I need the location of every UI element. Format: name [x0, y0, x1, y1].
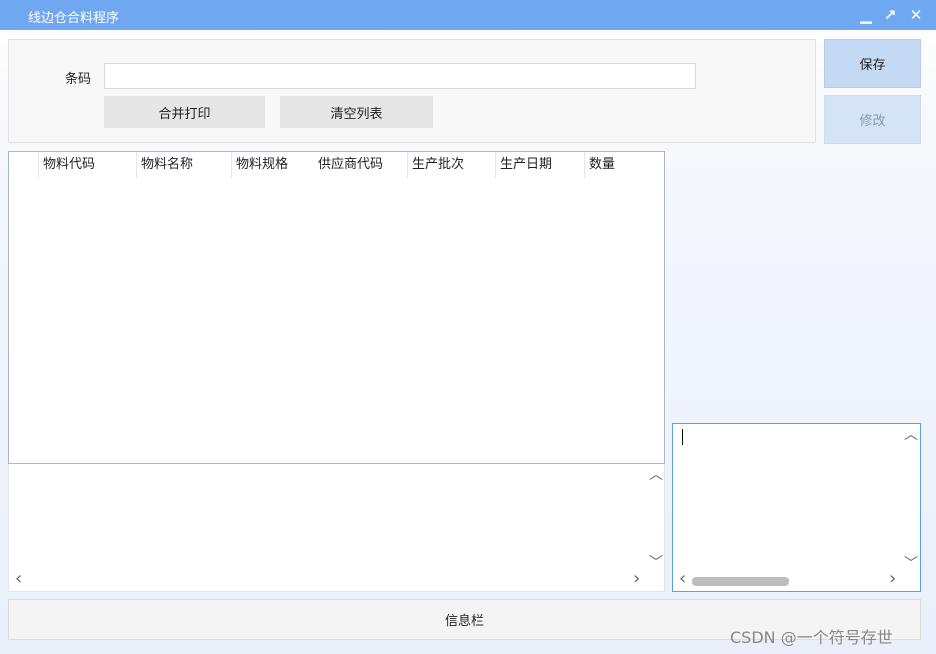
horizontal-scrollbar-thumb[interactable]	[692, 577, 789, 586]
minimize-button[interactable]: ▁	[856, 5, 876, 25]
column-header[interactable]: 物料代码	[38, 152, 136, 178]
scroll-right-icon[interactable]: ›	[633, 570, 640, 588]
column-header[interactable]: 生产日期	[495, 152, 584, 178]
scroll-left-icon[interactable]: ‹	[679, 570, 686, 588]
column-header[interactable]: 物料规格	[231, 152, 314, 178]
text-cursor	[682, 429, 683, 445]
modify-button[interactable]: 修改	[824, 95, 921, 144]
merge-print-button[interactable]: 合并打印	[104, 96, 265, 128]
scroll-down-icon[interactable]: ﹀	[649, 556, 663, 570]
scroll-down-icon[interactable]: ﹀	[904, 557, 918, 571]
info-bar-label: 信息栏	[444, 614, 484, 629]
scroll-right-icon[interactable]: ›	[889, 570, 896, 588]
window-title: 线边仓合料程序	[28, 11, 120, 26]
scroll-left-icon[interactable]: ‹	[15, 570, 22, 588]
barcode-input[interactable]	[104, 63, 696, 89]
watermark: CSDN @一个符号存世	[730, 628, 893, 647]
save-button[interactable]: 保存	[824, 39, 921, 88]
scroll-up-icon[interactable]: ︿	[904, 428, 918, 442]
input-panel: 条码 合并打印 清空列表	[8, 39, 816, 143]
title-bar: 线边仓合料程序 ▁ ↗ ✕	[0, 0, 936, 30]
column-header[interactable]: 物料名称	[136, 152, 231, 178]
column-header[interactable]: 生产批次	[407, 152, 495, 178]
log-textarea[interactable]: ︿ ﹀ ‹ ›	[8, 464, 665, 592]
material-grid[interactable]: 物料代码 物料名称 物料规格 供应商代码 生产批次 生产日期 数量	[8, 151, 665, 464]
column-header[interactable]: 供应商代码	[314, 152, 407, 178]
detail-textarea[interactable]: ︿ ﹀ ‹ ›	[672, 423, 921, 592]
close-button[interactable]: ✕	[906, 5, 926, 25]
column-header[interactable]: 数量	[584, 152, 644, 178]
maximize-button[interactable]: ↗	[880, 5, 900, 25]
barcode-label: 条码	[65, 72, 92, 87]
clear-list-button[interactable]: 清空列表	[280, 96, 433, 128]
scroll-up-icon[interactable]: ︿	[649, 468, 663, 482]
